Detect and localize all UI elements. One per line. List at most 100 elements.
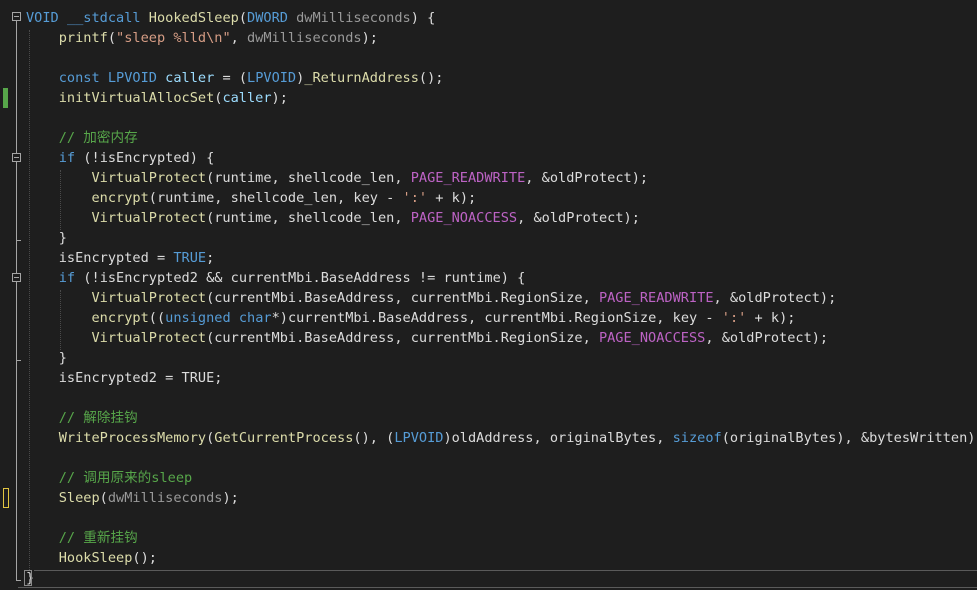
code-token: BaseAddress [377,310,469,326]
code-token: VirtualProtect [91,170,207,186]
code-line[interactable]: printf("sleep %lld\n", dwMilliseconds); [26,28,378,48]
code-token: oldProtect [738,290,820,306]
code-token: if [58,270,76,286]
code-token: RegionSize [500,290,583,306]
code-token: k [451,190,460,206]
code-line[interactable]: // 调用原来的sleep [26,468,192,488]
code-token: k [770,310,780,326]
code-token: if [58,150,76,166]
code-token: , [533,430,550,446]
code-token: ); [222,490,239,506]
code-token: currentMbi [410,290,493,306]
code-token: originalBytes [729,430,837,446]
code-token: , & [517,210,542,226]
code-token: ); [811,330,829,346]
code-token: (( [148,310,166,326]
code-line[interactable]: VirtualProtect(currentMbi.BaseAddress, c… [26,288,836,308]
code-token: , [582,330,599,346]
code-line[interactable]: HookSleep(); [26,548,157,568]
code-token: } [26,350,67,366]
code-token: , [394,330,411,346]
code-line[interactable]: isEncrypted = TRUE; [26,248,215,268]
code-token: ); [623,210,640,226]
code-token: // 解除挂钩 [58,410,138,426]
code-line[interactable]: VirtualProtect(runtime, shellcode_len, P… [26,168,648,188]
code-token: RegionSize [500,330,583,346]
code-token: ); [271,90,288,106]
collapse-if-block-icon[interactable] [12,153,21,162]
code-line[interactable]: VirtualProtect(runtime, shellcode_len, P… [26,208,640,228]
code-line[interactable]: VirtualProtect(currentMbi.BaseAddress, c… [26,328,828,348]
code-line[interactable]: const LPVOID caller = (LPVOID)_ReturnAdd… [26,68,444,88]
code-editor[interactable]: VOID __stdcall HookedSleep(DWORD dwMilli… [0,0,977,590]
code-token: = [148,250,174,266]
code-line[interactable]: WriteProcessMemory (GetCurrentProcess(), … [26,428,977,448]
code-token: . [492,330,501,346]
code-line[interactable]: if (!isEncrypted) { [26,148,215,168]
code-token: currentMbi [410,330,493,346]
text-cursor [24,570,32,586]
code-token: runtime [156,190,215,206]
code-line[interactable]: // 加密内存 [26,128,138,148]
code-token: ) [443,430,452,446]
code-line[interactable]: if (!isEncrypted2 && currentMbi.BaseAddr… [26,268,526,288]
code-token: , [656,430,673,446]
code-token: BaseAddress [320,270,411,286]
code-token: ) { [189,150,215,166]
code-token: encrypt [91,310,149,326]
code-line[interactable]: encrypt(runtime, shellcode_len, key - ':… [26,188,476,208]
collapse-if-block-icon[interactable] [12,273,21,282]
code-token: shellcode_len [287,170,395,186]
code-token: != [410,270,444,286]
code-line[interactable]: } [26,348,67,368]
code-token: VirtualProtect [91,210,207,226]
code-token: HookSleep [58,550,133,566]
code-token: , & [705,330,730,346]
code-token: VOID [26,10,59,26]
collapse-function-icon[interactable] [12,12,21,21]
code-token: ( [238,10,248,26]
bottom-border [18,587,977,588]
code-token: ':' [721,310,747,326]
code-line[interactable]: Sleep(dwMilliseconds); [26,488,239,508]
fold-guide-end [16,240,21,241]
code-token: LPVOID [247,70,297,86]
code-token: // 加密内存 [58,130,138,146]
code-token: , [271,170,288,186]
indent-guide [60,170,61,230]
code-token: shellcode_len [287,210,395,226]
code-line[interactable]: // 解除挂钩 [26,408,138,428]
code-token: (! [75,270,100,286]
code-line[interactable]: // 重新挂钩 [26,528,138,548]
code-token: currentMbi [287,310,370,326]
code-token: . [312,270,321,286]
code-token: ); [361,30,378,46]
code-token: BaseAddress [304,290,395,306]
code-token: key [353,190,378,206]
code-line[interactable]: } [26,228,67,248]
code-token: ( [148,190,157,206]
code-line[interactable]: initVirtualAllocSet(caller); [26,88,288,108]
code-line[interactable]: encrypt((unsigned char*)currentMbi.BaseA… [26,308,795,328]
code-token: key [672,310,698,326]
code-token: caller [222,90,272,106]
code-token: ; [206,250,215,266]
code-line[interactable]: isEncrypted2 = TRUE; [26,368,223,388]
code-token: , & [525,170,550,186]
code-token: , [394,210,411,226]
code-token: dwMilliseconds [107,490,223,506]
code-line[interactable]: VOID __stdcall HookedSleep(DWORD dwMilli… [26,8,435,28]
indent-guide [60,290,61,350]
fold-guide-end [16,580,21,581]
